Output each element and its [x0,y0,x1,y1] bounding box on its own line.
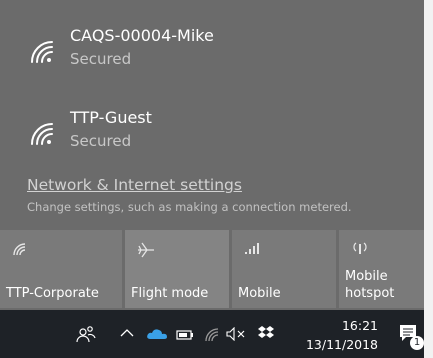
notification-count-badge: 1 [410,336,424,350]
onedrive-icon[interactable] [146,328,168,340]
clock-date[interactable]: 13/11/2018 [300,337,378,352]
network-status: Secured [70,50,132,68]
desktop-edge [424,0,433,358]
clock-time[interactable]: 16:21 [318,318,378,333]
network-flyout: CAQS-00004-Mike Secured TTP-Guest Secure… [0,0,424,310]
wifi-icon[interactable] [204,326,220,342]
wifi-secured-icon [28,38,58,64]
tile-flight-mode[interactable]: Flight mode [125,230,229,308]
chevron-up-icon[interactable] [120,328,134,338]
airplane-icon [137,242,155,262]
cellular-icon [244,242,260,258]
wifi-icon [12,242,28,260]
people-icon[interactable] [76,324,96,344]
tile-label: Flight mode [131,286,209,301]
battery-icon[interactable] [176,330,194,340]
tile-mobile-hotspot[interactable]: Mobile hotspot [339,230,424,308]
network-item-ttp-guest[interactable]: TTP-Guest Secured [0,108,424,172]
tile-label-line1: Mobile [345,269,388,284]
dropbox-icon[interactable] [257,325,275,341]
network-item-caqs[interactable]: CAQS-00004-Mike Secured [0,26,424,90]
taskbar: 16:21 13/11/2018 [0,310,424,358]
tile-label: TTP-Corporate [6,286,99,301]
network-settings-description: Change settings, such as making a connec… [27,200,352,214]
network-status: Secured [70,132,132,150]
tile-mobile[interactable]: Mobile [232,230,336,308]
network-name: TTP-Guest [70,108,152,127]
network-settings-link[interactable]: Network & Internet settings [27,176,242,194]
hotspot-icon [351,240,369,258]
volume-muted-icon[interactable] [226,327,248,341]
tile-wifi[interactable]: TTP-Corporate [0,230,122,308]
tile-label: Mobile hotspot [345,268,394,302]
tile-label-line2: hotspot [345,286,395,301]
wifi-secured-icon [28,120,58,146]
network-name: CAQS-00004-Mike [70,26,214,45]
tile-label: Mobile [238,286,281,301]
